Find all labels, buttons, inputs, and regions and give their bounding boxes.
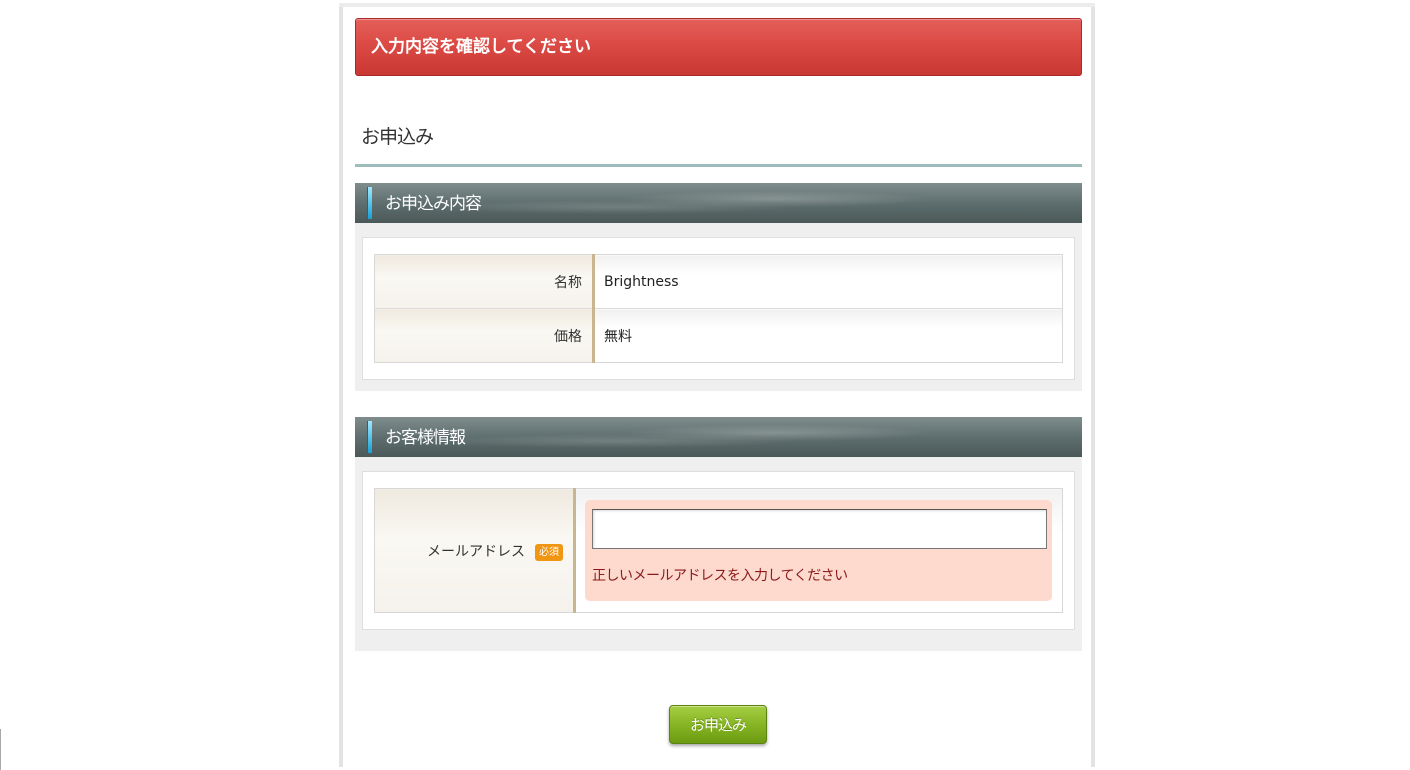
error-banner-text: 入力内容を確認してください <box>371 37 591 57</box>
section-title: お申込み内容 <box>385 194 482 214</box>
email-error-message: 正しいメールアドレスを入力してください <box>592 568 848 584</box>
submit-application-button[interactable]: お申込み <box>669 705 767 744</box>
customer-info-table: メールアドレス 必須 正しいメールアドレスを入力してください <box>374 488 1063 613</box>
row-value-name: Brightness <box>593 254 1063 309</box>
section-accent-bar <box>367 187 372 219</box>
section-body-customer-info: メールアドレス 必須 正しいメールアドレスを入力してください <box>355 457 1082 651</box>
row-label-price: 価格 <box>374 308 595 363</box>
row-value-price: 無料 <box>593 308 1063 363</box>
section-header-application-details: お申込み内容 <box>355 183 1082 223</box>
section-body-application-details: 名称 Brightness 価格 無料 <box>355 223 1082 391</box>
application-form-panel: 入力内容を確認してください お申込み お申込み内容 名称 Brightness … <box>339 3 1095 767</box>
section-accent-bar <box>367 421 372 453</box>
title-divider <box>355 164 1082 167</box>
table-row: メールアドレス 必須 正しいメールアドレスを入力してください <box>374 488 1063 613</box>
section-header-customer-info: お客様情報 <box>355 417 1082 457</box>
table-row: 名称 Brightness <box>374 254 1063 309</box>
field-error-box: 正しいメールアドレスを入力してください <box>585 500 1052 601</box>
email-input[interactable] <box>592 509 1047 549</box>
required-badge: 必須 <box>535 543 563 561</box>
section-inner-panel: 名称 Brightness 価格 無料 <box>362 237 1075 380</box>
error-banner: 入力内容を確認してください <box>355 18 1082 76</box>
row-label-name: 名称 <box>374 254 595 309</box>
email-field-label-cell: メールアドレス 必須 <box>374 488 576 613</box>
section-title: お客様情報 <box>385 428 466 448</box>
email-field-cell: 正しいメールアドレスを入力してください <box>574 488 1063 613</box>
stray-edge-mark <box>0 729 1 770</box>
application-details-table: 名称 Brightness 価格 無料 <box>374 254 1063 363</box>
email-field-label: メールアドレス <box>427 543 525 560</box>
section-inner-panel: メールアドレス 必須 正しいメールアドレスを入力してください <box>362 471 1075 630</box>
page-title: お申込み <box>361 126 434 148</box>
table-row: 価格 無料 <box>374 308 1063 363</box>
